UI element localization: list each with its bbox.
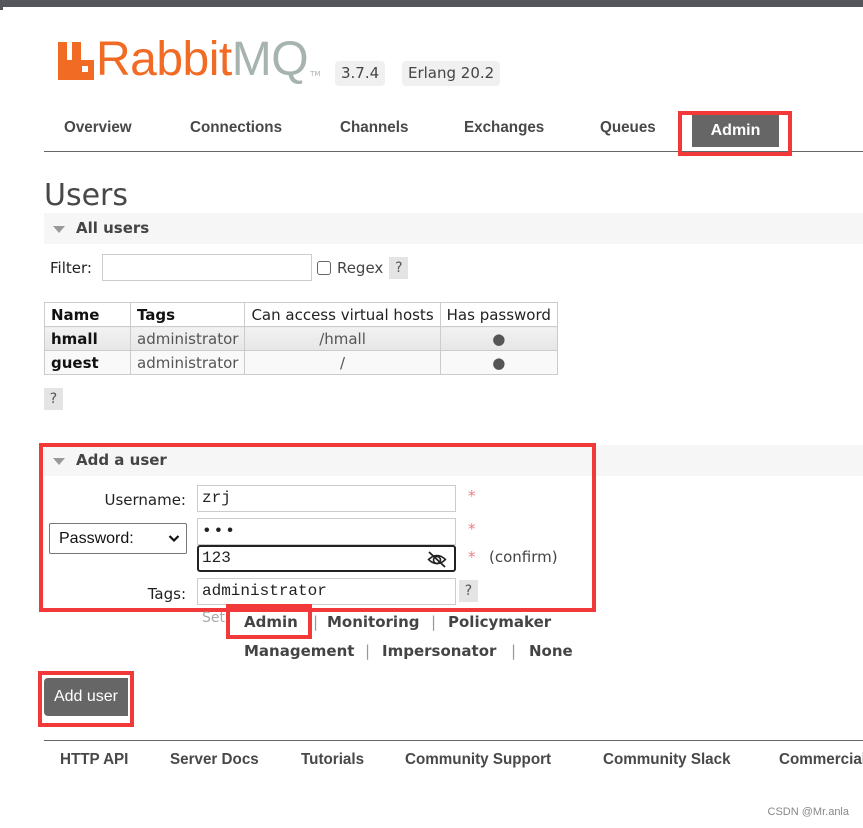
user-vhosts: /hmall [244, 326, 441, 351]
table-help-button[interactable]: ? [44, 388, 63, 410]
tab-connections[interactable]: Connections [190, 119, 282, 137]
separator: | [431, 613, 437, 631]
tab-exchanges[interactable]: Exchanges [464, 119, 544, 137]
col-has-password: Has password [439, 302, 558, 327]
table-row[interactable]: guest administrator / ● [44, 350, 558, 375]
add-user-header[interactable]: Add a user [44, 445, 863, 476]
table-row[interactable]: hmall administrator /hmall ● [44, 326, 558, 351]
required-mark: * [468, 487, 476, 505]
erlang-badge: Erlang 20.2 [402, 61, 501, 86]
user-tags: administrator [129, 350, 246, 375]
regex-checkbox[interactable] [316, 260, 331, 275]
has-password-dot: ● [439, 326, 558, 351]
footer-link-community-slack[interactable]: Community Slack [603, 751, 731, 769]
tag-option-none[interactable]: None [529, 642, 573, 660]
tag-option-policymaker[interactable]: Policymaker [448, 613, 551, 631]
user-name-link[interactable]: hmall [44, 326, 131, 351]
required-mark: * [468, 520, 476, 538]
chevron-down-icon [168, 535, 180, 543]
col-name[interactable]: Name [44, 302, 131, 327]
window-corner [0, 7, 3, 10]
password-mode-select[interactable]: Password: [49, 523, 187, 554]
filter-input[interactable] [101, 254, 312, 281]
tags-help-button[interactable]: ? [459, 580, 478, 602]
logo-text-rabbit: Rabbit [96, 33, 232, 86]
col-tags[interactable]: Tags [129, 302, 246, 327]
eye-slash-icon[interactable] [426, 550, 448, 568]
logo-text-mq: MQ [231, 33, 309, 86]
version-badge: 3.7.4 [335, 61, 386, 86]
tag-option-monitoring[interactable]: Monitoring [327, 613, 419, 631]
rabbit-icon [58, 42, 94, 80]
window-top-bar [0, 0, 863, 7]
password-confirm-input[interactable]: 123 [197, 545, 456, 572]
collapse-triangle-icon [53, 226, 65, 233]
user-name-link[interactable]: guest [44, 350, 131, 375]
footer-link-tutorials[interactable]: Tutorials [301, 751, 364, 769]
main-nav: Overview Connections Channels Exchanges … [44, 111, 863, 152]
set-label: Set [202, 610, 225, 626]
col-vhosts: Can access virtual hosts [244, 302, 441, 327]
add-user-title: Add a user [76, 451, 167, 469]
footer: HTTP API Server Docs Tutorials Community… [44, 740, 863, 780]
password-input[interactable]: ••• [197, 518, 456, 545]
all-users-header[interactable]: All users [44, 213, 863, 244]
user-vhosts: / [244, 350, 441, 375]
tab-admin[interactable]: Admin [689, 115, 782, 147]
footer-link-http-api[interactable]: HTTP API [60, 751, 128, 769]
tab-queues[interactable]: Queues [600, 119, 656, 137]
footer-link-commercial-support[interactable]: Commercial Support [779, 751, 863, 769]
all-users-title: All users [76, 219, 150, 237]
required-mark: * [468, 548, 476, 566]
separator: | [511, 642, 517, 660]
tab-channels[interactable]: Channels [340, 119, 408, 137]
tab-overview[interactable]: Overview [64, 119, 132, 137]
confirm-label: (confirm) [489, 548, 558, 566]
username-input[interactable]: zrj [197, 485, 456, 512]
tag-option-admin[interactable]: Admin [244, 613, 298, 631]
footer-link-server-docs[interactable]: Server Docs [170, 751, 259, 769]
tags-input[interactable]: administrator [197, 578, 456, 605]
rabbitmq-logo: Rabbit MQ TM [58, 33, 321, 86]
watermark: CSDN @Mr.anla [767, 806, 849, 818]
regex-help-button[interactable]: ? [389, 256, 409, 279]
tag-option-management[interactable]: Management [244, 642, 354, 660]
filter-row: Filter: Regex ? [50, 254, 409, 281]
users-table: Name Tags Can access virtual hosts Has p… [44, 302, 558, 375]
footer-link-community-support[interactable]: Community Support [405, 751, 551, 769]
password-mode-value: Password: [59, 530, 134, 547]
add-user-button[interactable]: Add user [44, 678, 128, 716]
regex-label: Regex [336, 258, 384, 277]
tags-label: Tags: [147, 585, 186, 603]
separator: | [313, 613, 319, 631]
page-title: Users [44, 178, 129, 213]
tag-option-impersonator[interactable]: Impersonator [382, 642, 496, 660]
has-password-dot: ● [439, 350, 558, 375]
password-confirm-value: 123 [202, 549, 231, 567]
separator: | [365, 642, 371, 660]
logo-trademark: TM [310, 70, 321, 78]
user-tags: administrator [129, 326, 246, 351]
collapse-triangle-icon [53, 458, 65, 465]
username-label: Username: [104, 491, 186, 509]
filter-label: Filter: [50, 258, 92, 277]
